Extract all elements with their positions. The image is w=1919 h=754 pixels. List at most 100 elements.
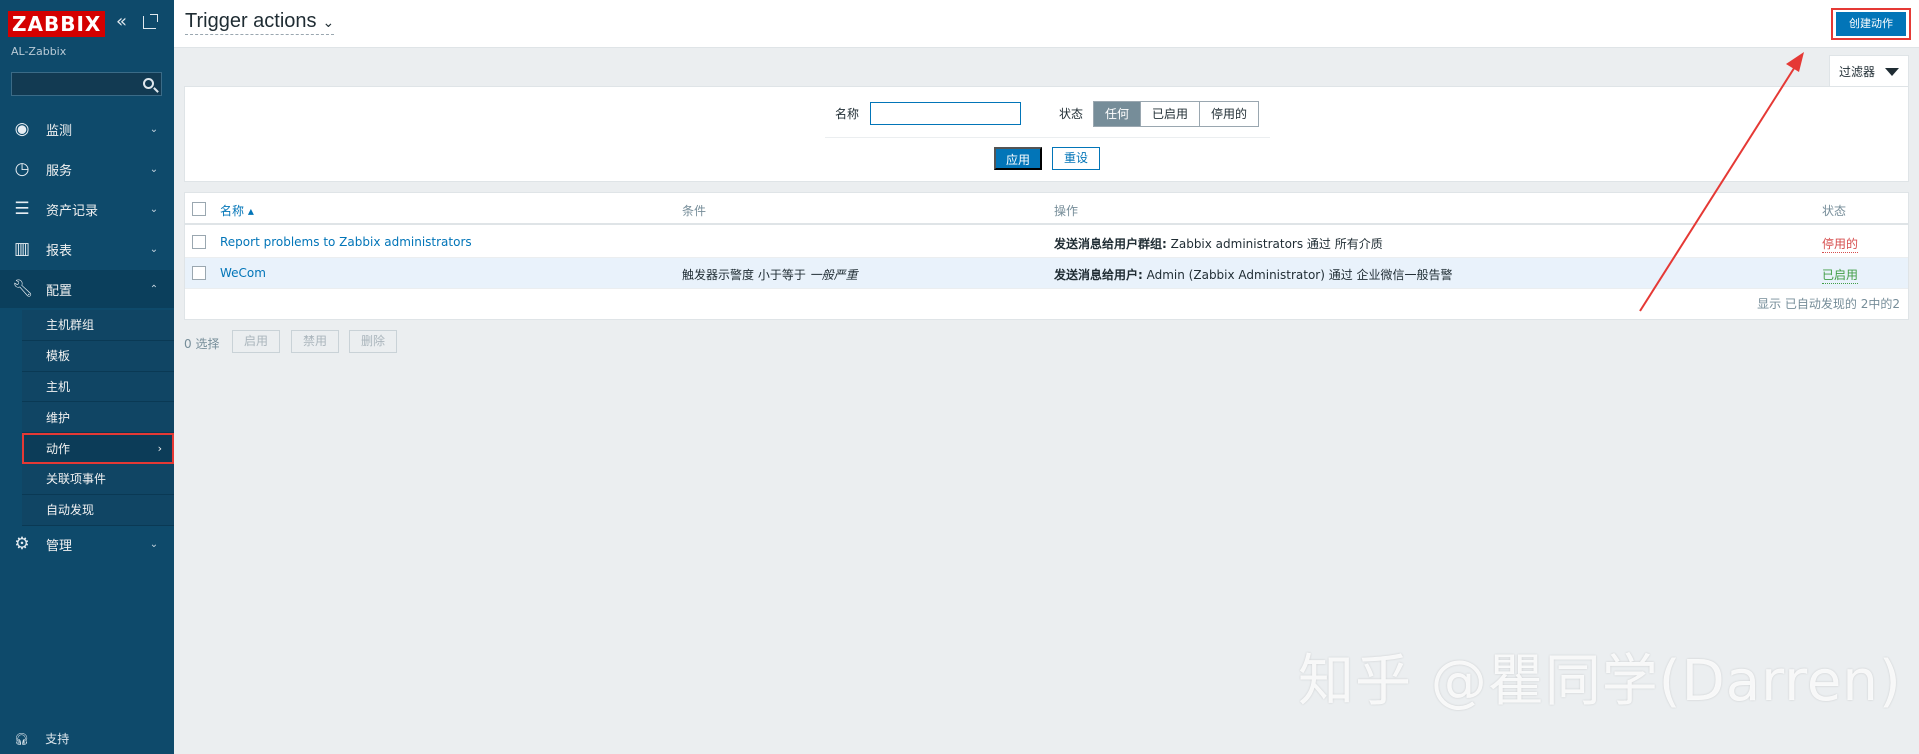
condition-severity: 一般严重 [809,268,858,282]
watermark: 知乎 @瞿同学(Darren) [1298,649,1902,714]
filter-name-label: 名称 [835,107,860,121]
operation-type: 发送消息给用户: [1054,268,1143,282]
kiosk-mode-icon[interactable] [143,14,158,29]
submenu-label: 关联项事件 [46,472,107,487]
submenu-label: 主机 [46,379,71,394]
chevron-down-icon: ⌄ [149,538,159,550]
filter-divider [825,137,1270,138]
wrench-icon: 🔧︎ [12,279,34,299]
status-option-any[interactable]: 任何 [1094,102,1142,126]
zabbix-logo[interactable]: ZABBIX [8,11,106,37]
gear-icon: ⚙ [14,534,30,554]
submenu-label: 维护 [46,410,71,425]
sidebar-search-input[interactable] [11,72,162,96]
row-checkbox[interactable] [192,266,206,280]
menu-item-services[interactable]: ◷ 服务 ⌄ [0,150,174,188]
chevron-down-icon: ⌄ [322,14,335,30]
submenu-item-host-groups[interactable]: 主机群组 [22,310,174,341]
chevron-down-icon: ⌄ [149,243,159,255]
filter-status-segmented: 任何 已启用 停用的 [1093,101,1260,127]
submenu-label: 模板 [46,349,71,364]
column-header-status: 状态 [1822,204,1847,218]
chevron-down-icon: ⌄ [149,163,159,175]
filter-status-label: 状态 [1059,107,1084,121]
clock-icon: ◷ [14,159,30,179]
submenu-label: 动作 [46,441,71,456]
support-label: 支持 [45,732,70,746]
condition-text: 触发器示警度 小于等于 [682,268,810,282]
menu-item-configuration[interactable]: 🔧︎ 配置 ⌃ [0,270,174,308]
table-footer-count: 显示 已自动发现的 2中的2 [1757,297,1900,311]
action-operations: 发送消息给用户: Admin (Zabbix Administrator) 通过… [1054,266,1453,283]
chevron-right-icon: › [157,441,162,455]
create-action-button[interactable]: 创建动作 [1836,12,1906,36]
menu-item-reports[interactable]: ▥ 报表 ⌄ [0,230,174,268]
menu-item-inventory[interactable]: ☰ 资产记录 ⌄ [0,190,174,228]
action-name-link[interactable]: WeCom [220,266,266,280]
chevron-up-icon: ⌃ [149,283,159,295]
menu-label: 管理 [46,538,73,554]
filter-reset-button[interactable]: 重设 [1052,147,1100,170]
annotation-arrow-head [1786,52,1804,72]
filter-tab[interactable]: 过滤器 [1829,55,1909,87]
status-badge[interactable]: 已启用 [1822,266,1859,284]
row-checkbox[interactable] [192,235,206,249]
selected-count: 0 选择 [184,337,220,351]
menu-label: 配置 [46,283,73,299]
submenu-item-templates[interactable]: 模板 [22,340,174,372]
column-header-conditions: 条件 [682,204,707,218]
headset-icon: 🎧︎ [14,731,30,746]
menu-item-administration[interactable]: ⚙ 管理 ⌄ [0,525,174,563]
mass-delete-button[interactable]: 删除 [349,330,397,353]
configuration-submenu: 主机群组 模板 主机 维护 动作 › 关联项事件 自动发现 [22,310,174,526]
operation-detail: Admin (Zabbix Administrator) 通过 企业微信一般告警 [1142,268,1453,282]
filter-name-input[interactable] [870,102,1021,125]
operation-detail: Zabbix administrators 通过 所有介质 [1166,237,1383,251]
filter-apply-button[interactable]: 应用 [994,147,1042,170]
submenu-label: 自动发现 [46,503,95,518]
mass-disable-button[interactable]: 禁用 [291,330,339,353]
page-title[interactable]: Trigger actions ⌄ [185,10,335,35]
chevron-down-icon: ⌄ [149,203,159,215]
submenu-item-event-correlation[interactable]: 关联项事件 [22,463,174,495]
filter-tab-label: 过滤器 [1838,65,1875,79]
server-name: AL-Zabbix [11,45,67,58]
page-title-text: Trigger actions [185,10,317,32]
action-name-link[interactable]: Report problems to Zabbix administrators [220,235,472,249]
support-link[interactable]: 🎧︎ 支持 [14,730,69,747]
mass-enable-button[interactable]: 启用 [232,330,280,353]
column-header-name[interactable]: 名称 ▴ [220,202,254,219]
table-row: WeCom 触发器示警度 小于等于 一般严重 发送消息给用户: Admin (Z… [185,258,1908,289]
action-conditions: 触发器示警度 小于等于 一般严重 [682,266,858,283]
submenu-item-maintenance[interactable]: 维护 [22,402,174,434]
submenu-item-hosts[interactable]: 主机 [22,371,174,403]
page-header: Trigger actions ⌄ 创建动作 [174,0,1919,48]
bar-chart-icon: ▥ [13,239,31,259]
table-header: 名称 ▴ 条件 操作 状态 [185,193,1908,225]
menu-label: 监测 [46,123,73,139]
submenu-label: 主机群组 [46,318,95,333]
filter-icon [1885,67,1899,76]
table-row: Report problems to Zabbix administrators… [185,227,1908,258]
actions-table: 名称 ▴ 条件 操作 状态 Report problems to Zabbix … [184,192,1909,320]
submenu-item-discovery[interactable]: 自动发现 [22,494,174,526]
menu-item-monitoring[interactable]: ◉ 监测 ⌄ [0,110,174,148]
menu-label: 服务 [46,163,73,179]
eye-icon: ◉ [14,119,30,139]
column-header-operations: 操作 [1054,204,1079,218]
collapse-sidebar-icon[interactable]: « [116,12,134,32]
status-option-disabled[interactable]: 停用的 [1200,102,1259,126]
sidebar: ZABBIX « AL-Zabbix ◉ 监测 ⌄ ◷ 服务 ⌄ ☰ 资产记录 … [0,0,174,754]
menu-label: 资产记录 [46,203,99,219]
filter-panel: 名称 状态 任何 已启用 停用的 应用 重设 [184,86,1909,182]
list-icon: ☰ [14,199,30,219]
menu-label: 报表 [46,243,73,259]
operation-type: 发送消息给用户群组: [1054,237,1167,251]
action-operations: 发送消息给用户群组: Zabbix administrators 通过 所有介质 [1054,235,1383,252]
select-all-checkbox[interactable] [192,202,206,216]
status-badge[interactable]: 停用的 [1822,235,1859,253]
search-icon[interactable] [143,78,154,89]
chevron-down-icon: ⌄ [149,123,159,135]
status-option-enabled[interactable]: 已启用 [1141,102,1201,126]
submenu-item-actions[interactable]: 动作 › [22,433,174,464]
